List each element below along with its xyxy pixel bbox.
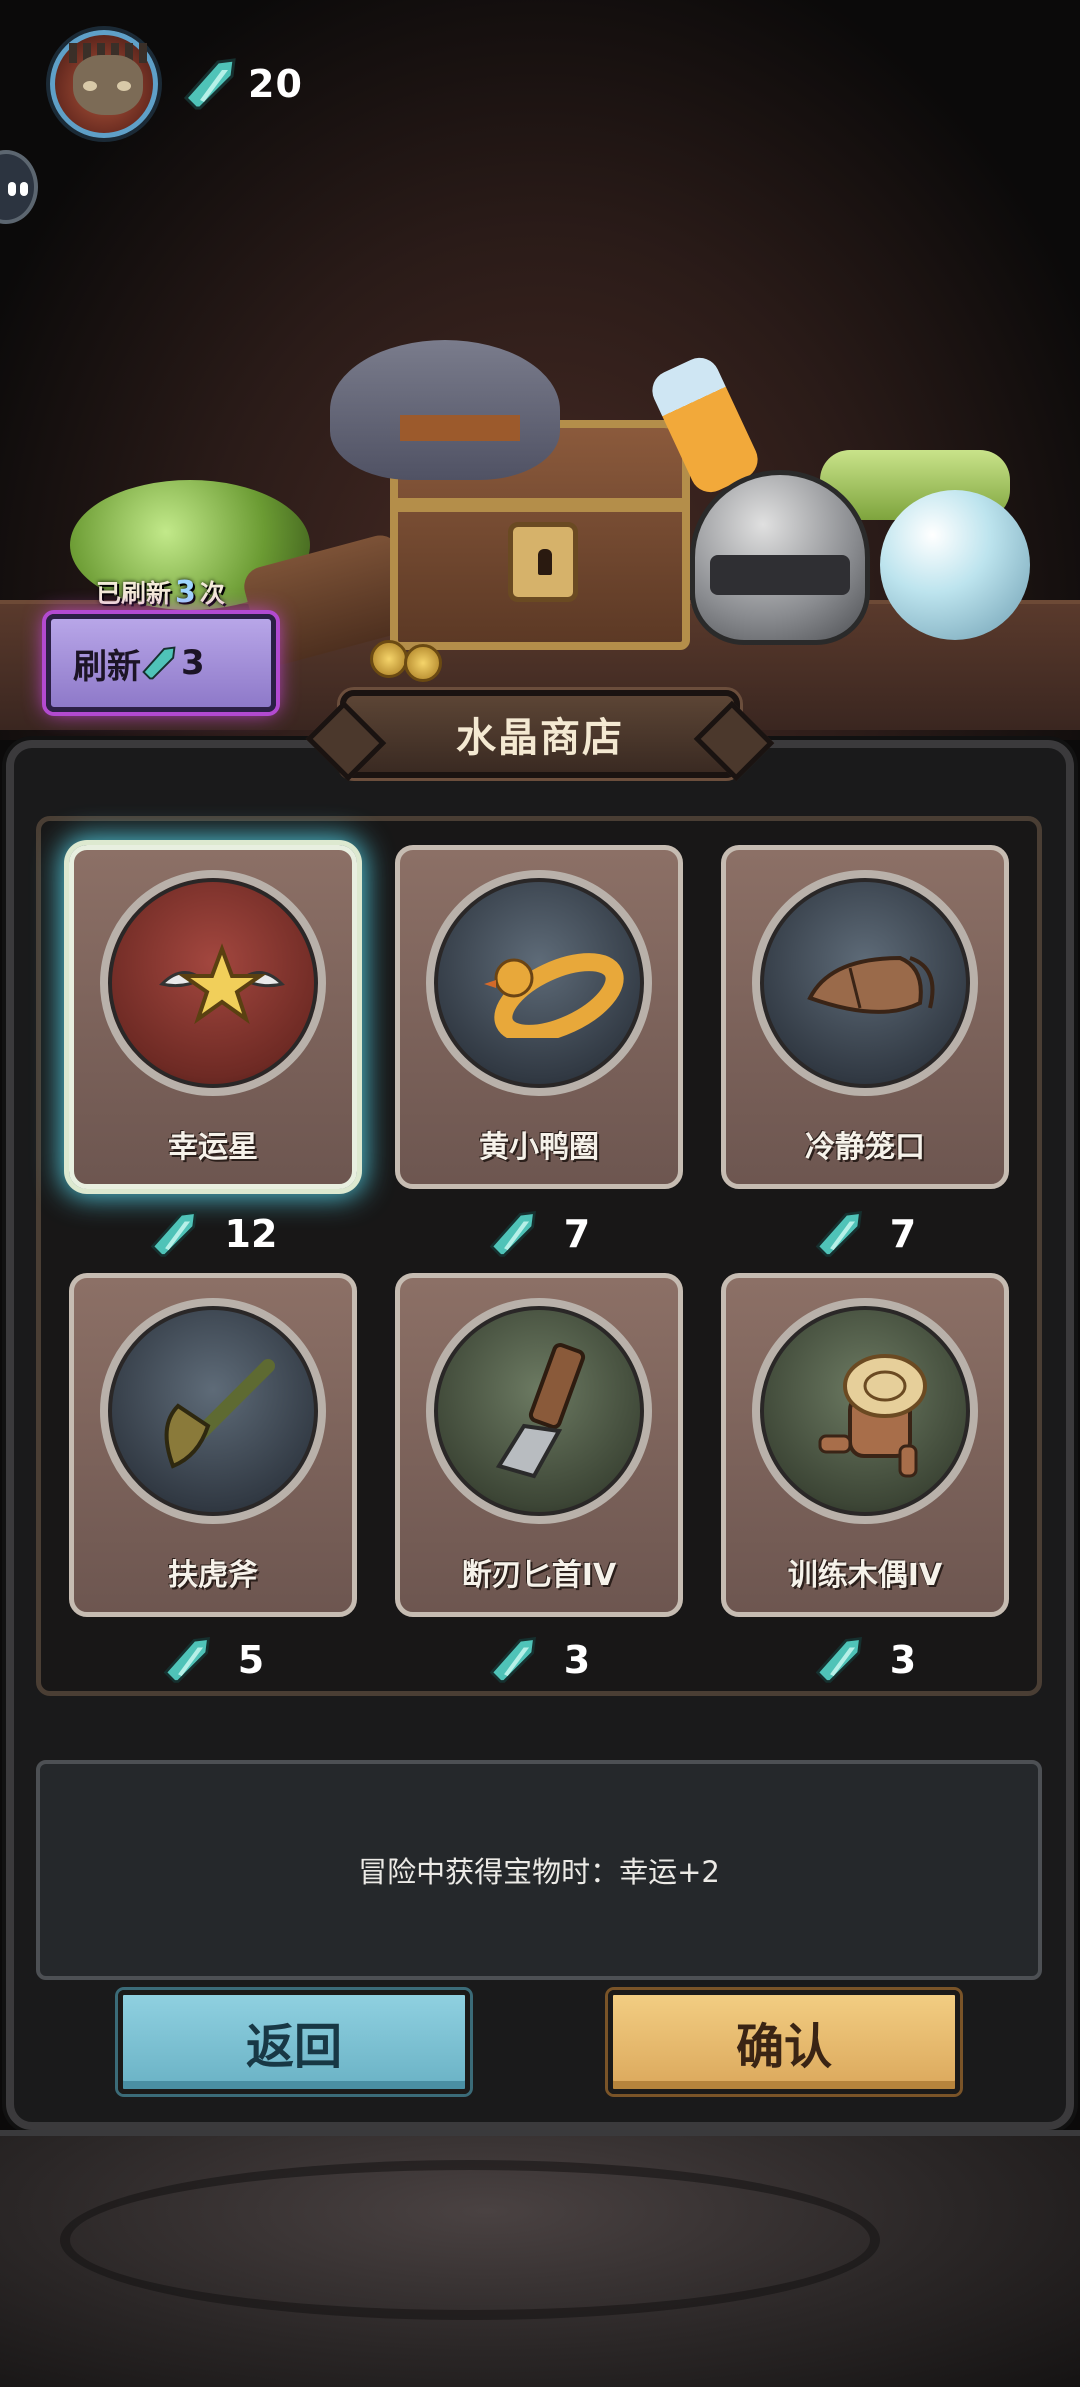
avatar-eye: [83, 81, 97, 91]
coins-decoration: [370, 630, 450, 682]
back-button[interactable]: 返回: [118, 1990, 470, 2094]
training-dummy-icon: [818, 1354, 927, 1478]
item-price: 3: [395, 1635, 683, 1685]
shop-title: 水晶商店: [456, 715, 624, 761]
tab-eye: [20, 182, 28, 196]
dagger-icon: [495, 1342, 586, 1479]
crystal-icon: [815, 1637, 862, 1683]
shop-item-lucky-star[interactable]: 幸运星: [69, 845, 357, 1189]
price-value: 7: [563, 1212, 591, 1256]
crystal-icon: [163, 1637, 210, 1683]
floor-ring-decoration: [60, 2160, 880, 2320]
price-value: 3: [563, 1638, 591, 1682]
crystal-icon: [815, 1211, 862, 1257]
crystal-orb-decoration: [880, 490, 1030, 640]
refresh-button-label: 刷新: [73, 646, 141, 687]
confirm-button[interactable]: 确认: [608, 1990, 960, 2094]
item-price: 3: [721, 1635, 1009, 1685]
price-value: 12: [224, 1212, 278, 1256]
knight-helmet-decoration: [690, 470, 870, 645]
item-grid: 幸运星 黄小鸭圈 冷静笼口 12 7 7 扶虎斧 断刃匕首IV 训练木偶IV 5…: [36, 816, 1042, 1696]
avatar-face: [73, 55, 143, 115]
muzzle-icon: [807, 955, 935, 1014]
price-value: 7: [889, 1212, 917, 1256]
refresh-count-label: 已刷新 3 次: [96, 575, 225, 610]
item-name: 扶虎斧: [168, 1558, 258, 1593]
crystal-balance: 20: [248, 62, 303, 106]
item-frame: [752, 1298, 978, 1524]
crystal-icon: [489, 1637, 536, 1683]
shop-item-duck-ring[interactable]: 黄小鸭圈: [395, 845, 683, 1189]
item-description: 冒险中获得宝物时：幸运+2: [358, 1855, 720, 1889]
axe-icon: [164, 1359, 275, 1469]
lucky-star-icon: [159, 943, 285, 1025]
crystal-icon: [183, 58, 236, 110]
shop-item-muzzle[interactable]: 冷静笼口: [721, 845, 1009, 1189]
shop-item-broken-dagger[interactable]: 断刃匕首IV: [395, 1273, 683, 1617]
duck-ring-icon: [484, 953, 624, 1038]
item-name: 训练木偶IV: [787, 1558, 943, 1593]
wizard-hat-decoration: [330, 340, 560, 480]
price-value: 5: [237, 1638, 265, 1682]
refresh-cost: 3: [181, 643, 205, 683]
shop-item-tiger-axe[interactable]: 扶虎斧: [69, 1273, 357, 1617]
refresh-button[interactable]: 刷新 3: [46, 614, 276, 712]
tab-eye: [8, 182, 16, 196]
item-price: 12: [69, 1209, 357, 1259]
item-frame: [752, 870, 978, 1096]
crystal-icon: [142, 646, 176, 680]
avatar-eye: [117, 81, 131, 91]
item-name: 冷静笼口: [805, 1130, 925, 1165]
player-avatar[interactable]: [50, 30, 158, 138]
shop-title-plate: 水晶商店: [340, 690, 740, 778]
price-value: 3: [889, 1638, 917, 1682]
item-frame: [100, 1298, 326, 1524]
item-name: 断刃匕首IV: [461, 1558, 617, 1593]
item-frame: [100, 870, 326, 1096]
item-frame: [426, 870, 652, 1096]
item-price: 5: [69, 1635, 357, 1685]
item-price: 7: [721, 1209, 1009, 1259]
crystal-icon: [150, 1211, 197, 1257]
crystal-icon: [489, 1211, 536, 1257]
item-price: 7: [395, 1209, 683, 1259]
item-name: 幸运星: [168, 1130, 258, 1165]
chest-lock-icon: [508, 522, 578, 602]
item-name: 黄小鸭圈: [479, 1130, 599, 1165]
item-frame: [426, 1298, 652, 1524]
shop-item-training-dummy[interactable]: 训练木偶IV: [721, 1273, 1009, 1617]
item-description-box: 冒险中获得宝物时：幸运+2: [36, 1760, 1042, 1980]
chest-band: [398, 498, 682, 512]
